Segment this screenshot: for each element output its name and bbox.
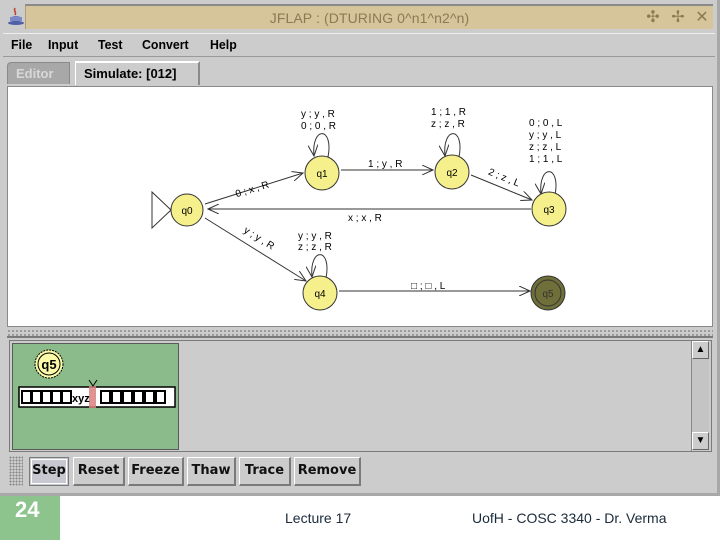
trace-button[interactable]: Trace [239,457,291,486]
reset-button[interactable]: Reset [73,457,125,486]
scroll-up-icon[interactable]: ▲ [692,341,709,359]
tape-blank-cell [133,390,144,404]
transition-label[interactable]: 0 ; 0 , R [301,121,336,132]
transition-label[interactable]: y ; y , L [529,130,562,141]
state-label: q5 [542,289,554,300]
menu-input[interactable]: Input [48,37,78,52]
tape-blank-cell [31,390,42,404]
transition-label[interactable]: 0 ; 0 , L [529,118,563,129]
tab-simulate[interactable]: Simulate: [012] [75,61,200,85]
menu-file[interactable]: File [11,37,32,52]
transition-label[interactable]: □ ; □ , L [411,281,446,292]
title-bar: JFLAP : (DTURING 0^n1^n2^n) ✣ ✢ ✕ [0,0,717,33]
tab-strip: Editor Simulate: [012] [3,58,715,85]
transition-label[interactable]: x ; x , R [348,213,382,224]
scroll-track[interactable] [692,359,709,432]
state-q1[interactable]: q1 [304,155,340,191]
loop-q3[interactable] [541,171,557,195]
state-label: q4 [314,289,326,300]
tape: xyz [18,379,176,408]
transition-label[interactable]: 1 ; 1 , R [431,107,466,118]
tape-head-icon [88,379,98,387]
tab-editor[interactable]: Editor [7,62,70,84]
menu-bar: File Input Test Convert Help [3,33,715,57]
menu-test[interactable]: Test [98,37,122,52]
config-state-label: q5 [41,357,56,372]
state-q3[interactable]: q3 [531,191,567,227]
transition-label[interactable]: 2 ; z , L [487,167,522,190]
state-label: q0 [181,206,193,217]
slide-footer-course: UofH - COSC 3340 - Dr. Verma [472,510,667,526]
state-q5-final[interactable]: q5 [530,275,566,311]
transition-label[interactable]: 1 ; y , R [368,159,402,170]
tape-blank-cell [100,390,111,404]
configuration-view: q5 xyz [18,349,176,408]
state-label: q1 [316,169,328,180]
scroll-down-icon[interactable]: ▼ [692,432,709,450]
configuration-card[interactable]: q5 xyz [12,343,179,450]
tape-blank-cell [51,390,62,404]
tape-blank-cell [155,390,166,404]
transition-label[interactable]: y ; y , R [241,225,276,252]
state-q4[interactable]: q4 [302,275,338,311]
close-icon[interactable]: ✕ [693,9,711,27]
remove-button[interactable]: Remove [294,457,361,486]
loop-q1[interactable] [314,133,330,157]
pane-splitter[interactable] [7,329,713,338]
menu-help[interactable]: Help [210,37,237,52]
step-button[interactable]: Step [29,457,69,486]
menu-convert[interactable]: Convert [142,37,189,52]
configuration-pane: q5 xyz ▲ ▼ [9,340,712,452]
thaw-button[interactable]: Thaw [187,457,236,486]
simulation-toolbar: Step Reset Freeze Thaw Trace Remove [9,454,712,489]
maximize-icon[interactable]: ✢ [669,9,687,27]
loop-q2[interactable] [445,133,461,157]
edge-q0-q4[interactable] [204,217,306,281]
jflap-window: JFLAP : (DTURING 0^n1^n2^n) ✣ ✢ ✕ File I… [0,0,720,496]
state-label: q3 [543,205,555,216]
automaton-diagram: q0 q1 q2 q3 q4 q5 0 ; x , R y ; y , R 0 … [151,107,567,311]
tape-blank-cell [61,390,72,404]
state-q2[interactable]: q2 [434,154,470,190]
minimize-icon[interactable]: ✣ [644,9,662,27]
state-label: q2 [446,168,458,179]
title-strip[interactable]: JFLAP : (DTURING 0^n1^n2^n) ✣ ✢ ✕ [25,4,713,29]
transition-label[interactable]: z ; z , R [298,242,332,253]
window-title: JFLAP : (DTURING 0^n1^n2^n) [269,10,470,26]
tape-head-cell [89,386,96,408]
transition-label[interactable]: z ; z , R [431,119,465,130]
initial-state-marker [151,190,172,230]
java-cup-icon[interactable] [6,6,26,26]
freeze-button[interactable]: Freeze [128,457,184,486]
state-q0[interactable]: q0 [170,193,204,227]
transition-label[interactable]: z ; z , L [529,142,562,153]
toolbar-grip-icon[interactable] [9,456,23,486]
transition-label[interactable]: 1 ; 1 , L [529,154,563,165]
tape-blank-cell [41,390,52,404]
tape-contents: xyz [72,393,90,405]
transition-label[interactable]: y ; y , R [301,109,335,120]
slide-footer-lecture: Lecture 17 [285,510,352,526]
transition-label[interactable]: y ; y , R [298,231,332,242]
vertical-scrollbar[interactable]: ▲ ▼ [691,341,709,451]
slide-number: 24 [15,497,40,522]
automaton-canvas[interactable]: q0 q1 q2 q3 q4 q5 0 ; x , R y ; y , R 0 … [7,86,713,327]
tape-blank-cell [21,390,32,404]
tape-blank-cell [144,390,155,404]
tape-blank-cell [111,390,122,404]
config-state-icon: q5 [34,349,64,379]
loop-q4[interactable] [312,254,328,278]
transition-label[interactable]: 0 ; x , R [234,180,270,201]
tape-blank-cell [122,390,133,404]
